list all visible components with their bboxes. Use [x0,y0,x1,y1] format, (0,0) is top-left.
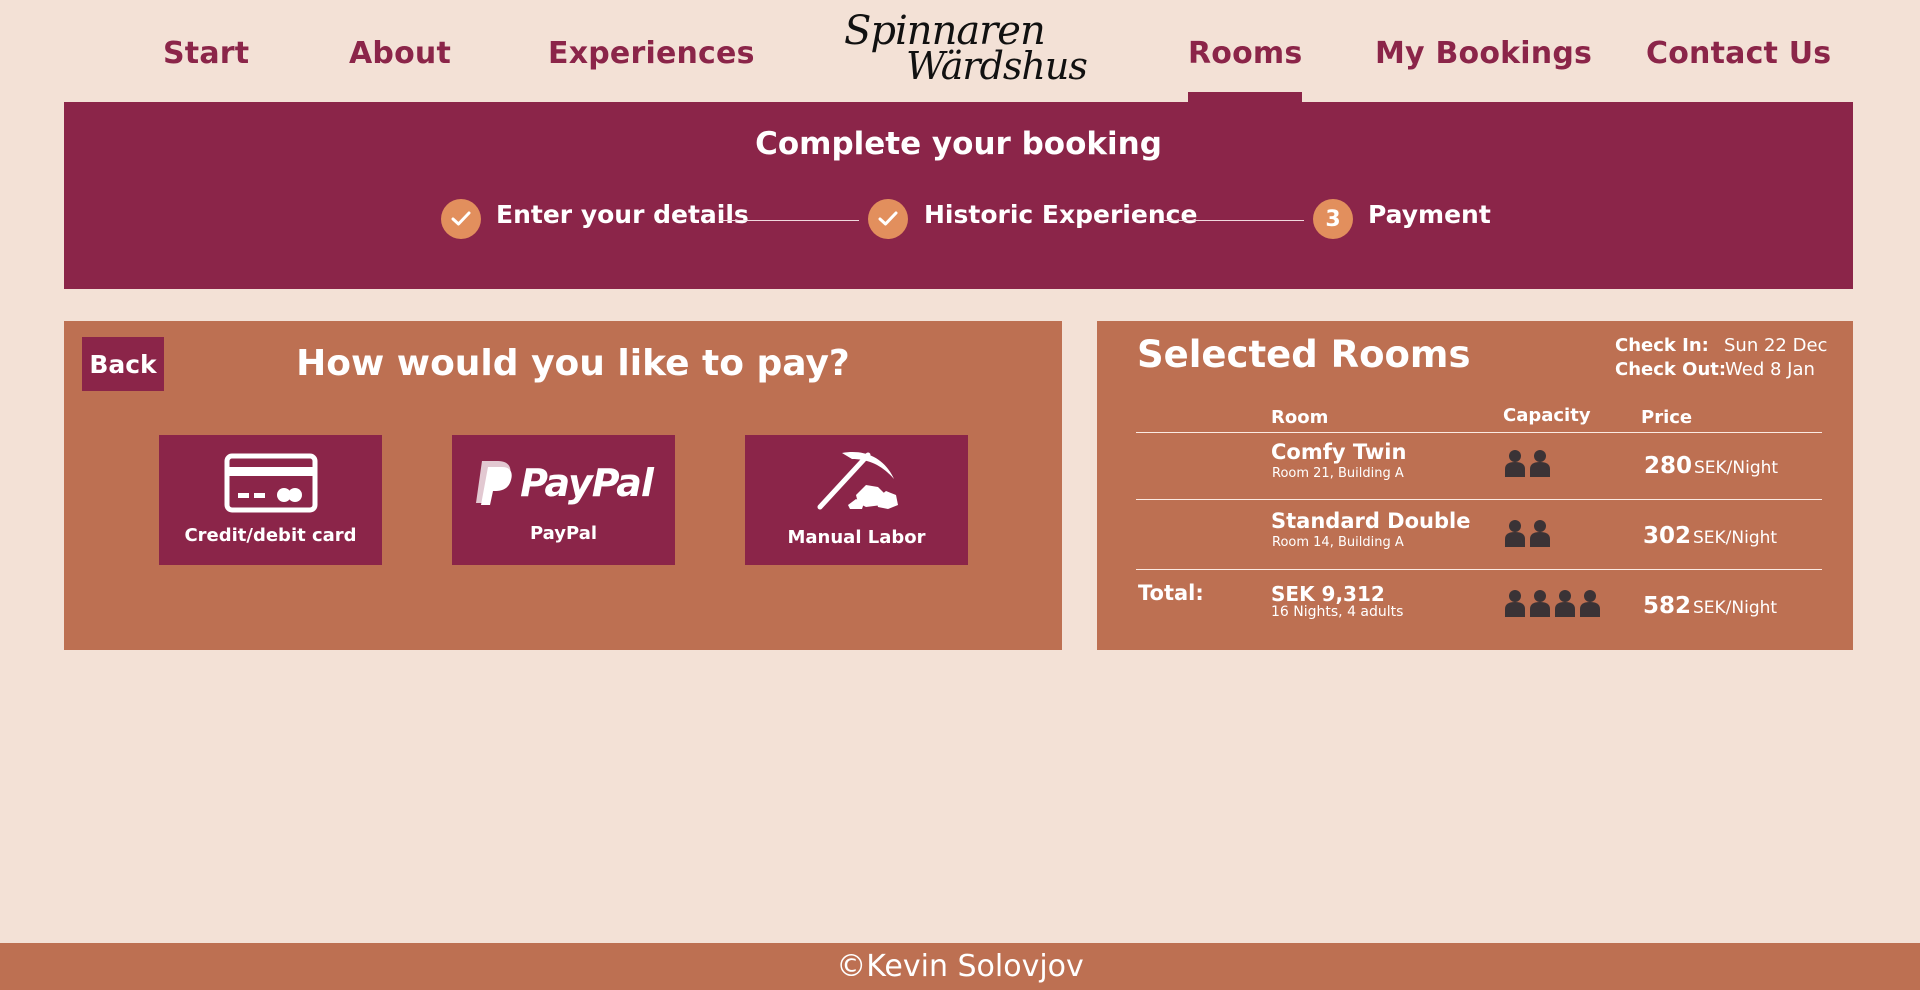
footer: ©Kevin Solovjov [0,943,1920,990]
payment-method-panel: Back How would you like to pay? Credit/d… [64,321,1062,650]
capacity-people-icons [1504,519,1551,547]
table-divider [1136,432,1822,433]
step-connector [719,220,859,221]
pay-option-paypal-label: PayPal [529,523,598,544]
total-amount: SEK 9,312 [1271,582,1385,606]
room-price: 302 [1643,523,1692,549]
total-price-unit: SEK/Night [1693,598,1778,618]
total-details: 16 Nights, 4 adults [1271,604,1404,620]
nav-item-my-bookings[interactable]: My Bookings [1375,36,1592,71]
total-price: 582 [1643,593,1692,619]
payment-title: How would you like to pay? [296,343,850,384]
credit-card-icon [159,453,382,513]
room-price-unit: SEK/Night [1694,458,1779,478]
check-in-value: Sun 22 Dec [1724,335,1828,356]
top-navigation: Start About Experiences Spinnaren Wärdsh… [0,0,1920,102]
pay-option-card-label: Credit/debit card [184,525,357,546]
pay-option-manual-labor-button[interactable]: Manual Labor [745,435,968,565]
capacity-people-icons [1504,589,1601,617]
paypal-logo-icon: PayPal [452,459,675,507]
step-3-number: 3 [1313,199,1353,239]
selected-rooms-panel: Selected Rooms Check In: Sun 22 Dec Chec… [1097,321,1853,650]
person-icon [1530,590,1550,617]
logo-line-2: Wärdshus [906,44,1088,88]
step-3-label: Payment [1368,200,1491,229]
person-icon [1530,520,1550,547]
room-price: 280 [1644,453,1693,479]
pay-option-card-button[interactable]: Credit/debit card [159,435,382,565]
column-header-capacity: Capacity [1503,405,1591,426]
total-label: Total: [1138,581,1204,605]
step-1-check-icon [441,199,481,239]
room-name: Comfy Twin [1271,440,1407,464]
person-icon [1505,590,1525,617]
pickaxe-rocks-icon [745,445,968,513]
check-out-label: Check Out: [1615,359,1727,380]
column-header-room: Room [1271,407,1329,428]
pay-option-paypal-button[interactable]: PayPal PayPal [452,435,675,565]
pay-option-manual-labor-label: Manual Labor [787,527,926,548]
table-divider [1136,499,1822,500]
step-1-label: Enter your details [496,200,749,229]
person-icon [1505,520,1525,547]
step-connector [1164,220,1304,221]
person-icon [1530,450,1550,477]
logo[interactable]: Spinnaren Wärdshus [836,8,1088,88]
rooms-title: Selected Rooms [1137,333,1471,376]
room-location: Room 21, Building A [1272,466,1404,481]
person-icon [1555,590,1575,617]
paypal-wordmark: PayPal [520,461,654,505]
column-header-price: Price [1641,407,1693,428]
nav-item-experiences[interactable]: Experiences [548,36,755,71]
table-divider [1136,569,1822,570]
booking-progress-banner: Complete your booking Enter your details… [64,102,1853,289]
person-icon [1505,450,1525,477]
room-price-unit: SEK/Night [1693,528,1778,548]
nav-item-rooms[interactable]: Rooms [1188,36,1303,102]
room-location: Room 14, Building A [1272,535,1404,550]
nav-item-about[interactable]: About [349,36,451,71]
person-icon [1580,590,1600,617]
banner-title: Complete your booking [755,126,1162,162]
footer-copyright: ©Kevin Solovjov [836,949,1084,984]
check-out-value: Wed 8 Jan [1725,359,1815,380]
check-in-label: Check In: [1615,335,1709,356]
nav-item-contact-us[interactable]: Contact Us [1646,36,1831,71]
capacity-people-icons [1504,449,1551,477]
step-2-label: Historic Experience [924,200,1198,229]
room-name: Standard Double [1271,509,1471,533]
step-2-check-icon [868,199,908,239]
nav-item-start[interactable]: Start [163,36,249,71]
